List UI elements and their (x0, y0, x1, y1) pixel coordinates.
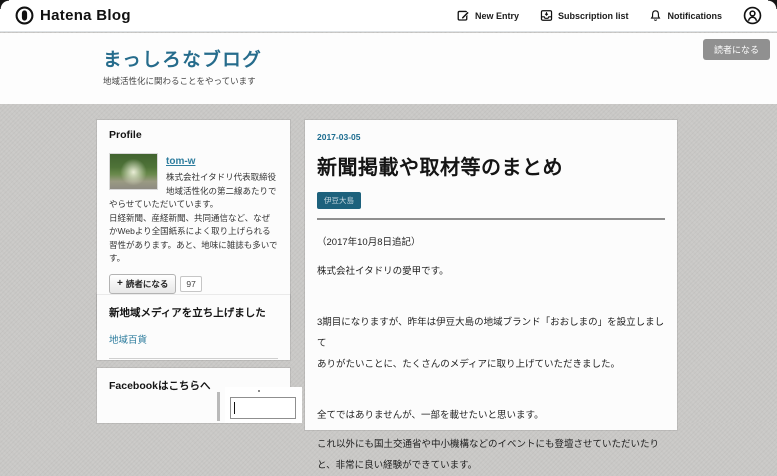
facebook-widget-input[interactable] (230, 397, 296, 419)
media-module: 新地域メディアを立ち上げました 地域百貨 (97, 295, 290, 360)
module-divider (109, 358, 278, 359)
blog-header: まっしろなブログ 地域活性化に関わることをやっています 読者になる (0, 33, 777, 104)
new-entry-label: New Entry (474, 10, 519, 21)
article-paragraph (317, 290, 665, 304)
article-paragraph: これ以外にも国土交通省や中小機構などのイベントにも登壇させていただいたりと、非常… (317, 439, 660, 471)
article-body: （2017年10月8日追記） 株式会社イタドリの愛甲です。 3期目になりますが、… (317, 232, 665, 476)
subscription-list-label: Subscription list (557, 10, 629, 21)
global-header: Hatena Blog New Entry Subscription list … (0, 0, 777, 32)
article-paragraph (317, 383, 665, 397)
profile-avatar[interactable] (109, 153, 158, 190)
subscriber-count-badge: 97 (180, 275, 202, 292)
profile-heading: Profile (109, 129, 142, 141)
subscription-list-button[interactable]: Subscription list (540, 9, 629, 22)
subscribe-button-label: 読者になる (125, 278, 169, 289)
blog-title[interactable]: まっしろなブログ (103, 46, 262, 72)
article-paragraph: 株式会社イタドリの愛甲です。 (317, 266, 449, 277)
entry-header-divider (317, 218, 665, 220)
entry-title-link[interactable]: 新聞掲載や取材等のまとめ (317, 151, 665, 180)
subscribe-button-top[interactable]: 読者になる (702, 39, 770, 60)
hatena-blog-logo[interactable]: Hatena Blog (15, 6, 131, 25)
plus-icon: + (117, 277, 123, 289)
entry-tag-izu-oshima[interactable]: 伊豆大島 (317, 192, 361, 209)
entry-date-link[interactable]: 2017-03-05 (317, 132, 360, 142)
notifications-button[interactable]: Notifications (649, 9, 722, 22)
text-caret (234, 402, 235, 414)
subscribe-row: + 読者になる 97 (109, 273, 278, 294)
article-paragraph: （2017年10月8日追記） (317, 237, 421, 248)
media-module-heading: 新地域メディアを立ち上げました (109, 307, 266, 319)
article-paragraph: 3期目になりますが、昨年は伊豆大島の地域ブランド「おおしまの」を設立しまして あ… (317, 317, 665, 370)
subscribe-button-sidebar[interactable]: + 読者になる (109, 273, 177, 294)
account-menu-button[interactable] (743, 6, 762, 25)
media-module-link[interactable]: 地域百貨 (109, 332, 147, 346)
profile-username-link[interactable]: tom-w (166, 156, 195, 167)
facebook-widget-panel (225, 387, 302, 423)
new-entry-icon (457, 9, 470, 22)
notifications-label: Notifications (667, 10, 722, 21)
notifications-bell-icon (649, 9, 662, 22)
hatena-logo-icon (15, 6, 34, 25)
profile-bio-line: 日経新聞、産経新聞、共同通信など、なぜかWebより全国紙系によく取り上げられる習… (109, 212, 278, 264)
subscription-list-icon (540, 9, 553, 22)
hatena-blog-page: { "global_header": { "logo": "Hatena Blo… (0, 0, 777, 471)
entry-card: 2017-03-05 新聞掲載や取材等のまとめ 伊豆大島 （2017年10月8日… (305, 120, 677, 471)
widget-dot (258, 390, 260, 392)
account-circle-icon (743, 6, 762, 25)
new-entry-button[interactable]: New Entry (457, 9, 519, 22)
blog-subtitle: 地域活性化に関わることをやっています (103, 76, 256, 86)
logo-text: Hatena Blog (40, 7, 131, 24)
facebook-widget-divider (217, 392, 220, 421)
global-header-nav: New Entry Subscription list Notification… (457, 6, 762, 25)
